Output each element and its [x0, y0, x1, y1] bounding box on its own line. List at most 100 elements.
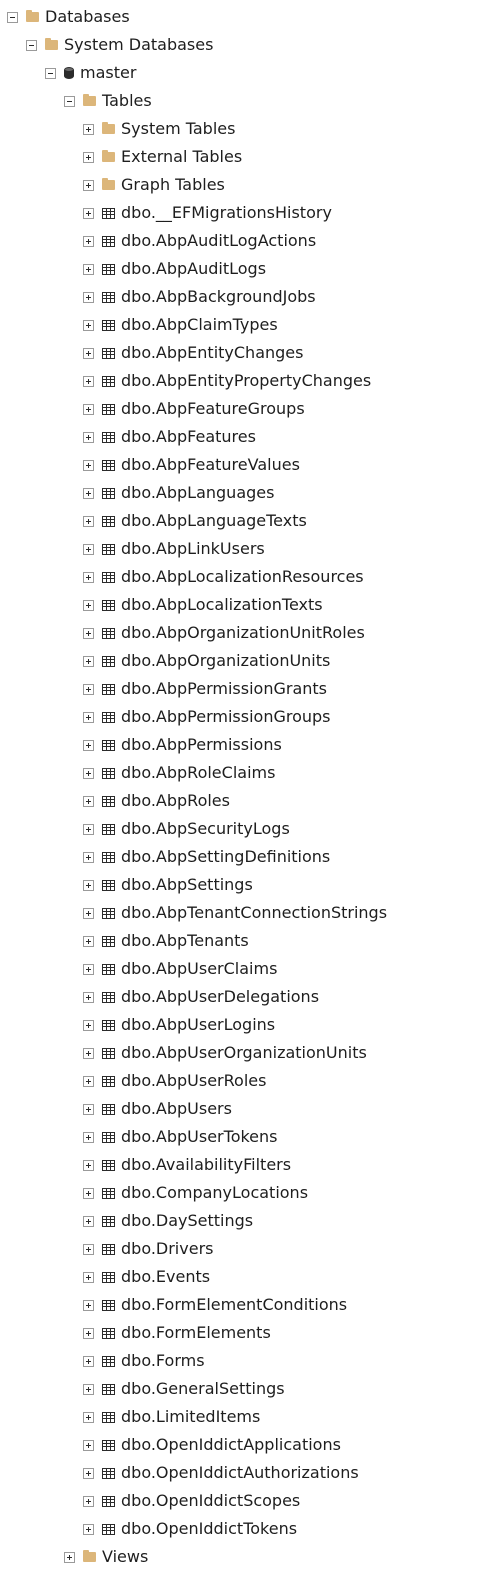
- tree-node-table[interactable]: dbo.AbpEntityPropertyChanges: [0, 367, 479, 395]
- expand-icon[interactable]: [83, 431, 94, 443]
- expand-icon[interactable]: [83, 571, 94, 583]
- expand-icon[interactable]: [83, 1355, 94, 1367]
- expand-icon[interactable]: [83, 851, 94, 863]
- tree-node-label[interactable]: dbo.AbpLocalizationTexts: [121, 591, 323, 619]
- tree-node-label[interactable]: dbo.AbpSettings: [121, 871, 253, 899]
- tree-node-label[interactable]: dbo.AbpPermissionGroups: [121, 703, 331, 731]
- expand-icon[interactable]: [83, 767, 94, 779]
- tree-node-label[interactable]: Views: [102, 1543, 148, 1571]
- tree-node-table[interactable]: dbo.FormElements: [0, 1319, 479, 1347]
- expand-icon[interactable]: [64, 1551, 75, 1563]
- tree-node-table[interactable]: dbo.AvailabilityFilters: [0, 1151, 479, 1179]
- expand-icon[interactable]: [83, 1271, 94, 1283]
- tree-node-table[interactable]: dbo.GeneralSettings: [0, 1375, 479, 1403]
- tree-node-label[interactable]: dbo.AbpOrganizationUnitRoles: [121, 619, 365, 647]
- tree-node-label[interactable]: dbo.AbpClaimTypes: [121, 311, 278, 339]
- expand-icon[interactable]: [83, 515, 94, 527]
- tree-node-label[interactable]: dbo.AbpFeatures: [121, 423, 256, 451]
- expand-icon[interactable]: [83, 1187, 94, 1199]
- expand-icon[interactable]: [83, 1383, 94, 1395]
- expand-icon[interactable]: [83, 291, 94, 303]
- tree-node-table[interactable]: dbo.AbpPermissionGroups: [0, 703, 479, 731]
- tree-node-label[interactable]: dbo.AbpUserTokens: [121, 1123, 278, 1151]
- tree-node-label[interactable]: dbo.AbpBackgroundJobs: [121, 283, 316, 311]
- tree-node-databases[interactable]: Databases: [0, 3, 479, 31]
- tree-node-table[interactable]: dbo.AbpLocalizationResources: [0, 563, 479, 591]
- expand-icon[interactable]: [83, 627, 94, 639]
- tree-node-table[interactable]: dbo.AbpLanguages: [0, 479, 479, 507]
- expand-icon[interactable]: [83, 599, 94, 611]
- tree-node-master[interactable]: master: [0, 59, 479, 87]
- tree-node-label[interactable]: dbo.AbpSecurityLogs: [121, 815, 290, 843]
- tree-node-label[interactable]: dbo.Events: [121, 1263, 210, 1291]
- expand-icon[interactable]: [83, 823, 94, 835]
- expand-icon[interactable]: [83, 1495, 94, 1507]
- tree-node-label[interactable]: dbo.CompanyLocations: [121, 1179, 308, 1207]
- tree-node-label[interactable]: Databases: [45, 3, 130, 31]
- expand-icon[interactable]: [83, 403, 94, 415]
- expand-icon[interactable]: [83, 1243, 94, 1255]
- tree-node-table[interactable]: dbo.AbpLanguageTexts: [0, 507, 479, 535]
- tree-node-table[interactable]: dbo.AbpSettings: [0, 871, 479, 899]
- tree-node-label[interactable]: dbo.FormElements: [121, 1319, 271, 1347]
- expand-icon[interactable]: [83, 235, 94, 247]
- tree-node-table[interactable]: dbo.AbpUserDelegations: [0, 983, 479, 1011]
- expand-icon[interactable]: [83, 1467, 94, 1479]
- tree-node-table[interactable]: dbo.AbpTenantConnectionStrings: [0, 899, 479, 927]
- tree-node-label[interactable]: dbo.AbpUserOrganizationUnits: [121, 1039, 367, 1067]
- tree-node-table[interactable]: dbo.Forms: [0, 1347, 479, 1375]
- tree-node-table[interactable]: dbo.AbpLocalizationTexts: [0, 591, 479, 619]
- tree-node-table[interactable]: dbo.AbpUserClaims: [0, 955, 479, 983]
- tree-node-table[interactable]: dbo.AbpTenants: [0, 927, 479, 955]
- expand-icon[interactable]: [83, 711, 94, 723]
- expand-icon[interactable]: [83, 375, 94, 387]
- tree-node-label[interactable]: dbo.Forms: [121, 1347, 205, 1375]
- expand-icon[interactable]: [83, 655, 94, 667]
- expand-icon[interactable]: [83, 1411, 94, 1423]
- collapse-icon[interactable]: [64, 95, 75, 107]
- tree-node-folder[interactable]: Graph Tables: [0, 171, 479, 199]
- tree-node-label[interactable]: dbo.FormElementConditions: [121, 1291, 347, 1319]
- expand-icon[interactable]: [83, 1131, 94, 1143]
- expand-icon[interactable]: [83, 683, 94, 695]
- tree-node-label[interactable]: dbo.AbpLanguages: [121, 479, 274, 507]
- tree-node-label[interactable]: System Databases: [64, 31, 213, 59]
- tree-node-label[interactable]: dbo.AbpUserRoles: [121, 1067, 266, 1095]
- tree-node-label[interactable]: dbo.AbpUserLogins: [121, 1011, 275, 1039]
- expand-icon[interactable]: [83, 991, 94, 1003]
- expand-icon[interactable]: [83, 263, 94, 275]
- tree-node-label[interactable]: dbo.AbpUserClaims: [121, 955, 277, 983]
- tree-node-label[interactable]: dbo.LimitedItems: [121, 1403, 260, 1431]
- tree-node-label[interactable]: dbo.AbpUsers: [121, 1095, 232, 1123]
- tree-node-label[interactable]: dbo.OpenIddictScopes: [121, 1487, 300, 1515]
- tree-node-table[interactable]: dbo.AbpFeatureValues: [0, 451, 479, 479]
- expand-icon[interactable]: [83, 1439, 94, 1451]
- expand-icon[interactable]: [83, 1019, 94, 1031]
- tree-node-table[interactable]: dbo.OpenIddictTokens: [0, 1515, 479, 1543]
- tree-node-table[interactable]: dbo.AbpLinkUsers: [0, 535, 479, 563]
- expand-icon[interactable]: [83, 543, 94, 555]
- tree-node-label[interactable]: master: [80, 59, 136, 87]
- tree-node-table[interactable]: dbo.Events: [0, 1263, 479, 1291]
- tree-node-label[interactable]: dbo.GeneralSettings: [121, 1375, 285, 1403]
- tree-node-table[interactable]: dbo.AbpSettingDefinitions: [0, 843, 479, 871]
- tree-node-label[interactable]: dbo.AbpPermissionGrants: [121, 675, 327, 703]
- tree-node-label[interactable]: dbo.AbpEntityPropertyChanges: [121, 367, 371, 395]
- tree-node-folder[interactable]: External Tables: [0, 143, 479, 171]
- tree-node-table[interactable]: dbo.AbpFeatureGroups: [0, 395, 479, 423]
- tree-node-table[interactable]: dbo.AbpPermissionGrants: [0, 675, 479, 703]
- tree-node-table[interactable]: dbo.OpenIddictAuthorizations: [0, 1459, 479, 1487]
- tree-node-label[interactable]: dbo.AbpEntityChanges: [121, 339, 303, 367]
- expand-icon[interactable]: [83, 1047, 94, 1059]
- tree-node-table[interactable]: dbo.AbpAuditLogs: [0, 255, 479, 283]
- tree-node-label[interactable]: dbo.AbpLocalizationResources: [121, 563, 364, 591]
- tree-node-label[interactable]: dbo.AbpRoleClaims: [121, 759, 275, 787]
- tree-node-label[interactable]: dbo.__EFMigrationsHistory: [121, 199, 332, 227]
- tree-node-table[interactable]: dbo.OpenIddictScopes: [0, 1487, 479, 1515]
- expand-icon[interactable]: [83, 207, 94, 219]
- tree-node-system-databases[interactable]: System Databases: [0, 31, 479, 59]
- tree-node-label[interactable]: Graph Tables: [121, 171, 225, 199]
- tree-node-table[interactable]: dbo.AbpOrganizationUnitRoles: [0, 619, 479, 647]
- collapse-icon[interactable]: [45, 67, 56, 79]
- expand-icon[interactable]: [83, 1159, 94, 1171]
